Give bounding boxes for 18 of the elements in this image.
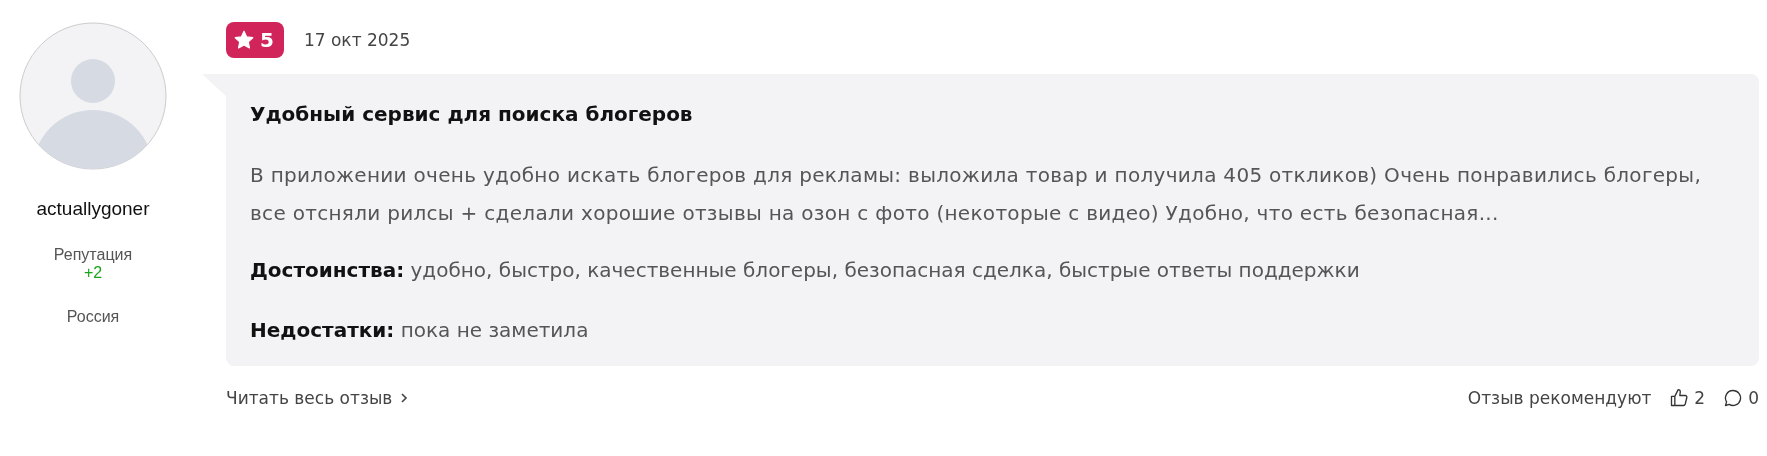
rating-badge: 5: [226, 22, 284, 58]
comments-count: 0: [1748, 388, 1759, 408]
chevron-right-icon: [400, 392, 409, 404]
recommend-label: Отзыв рекомендуют: [1467, 388, 1652, 408]
read-more-link[interactable]: Читать весь отзыв: [226, 388, 409, 408]
review-title: Удобный сервис для поиска блогеров: [250, 102, 694, 126]
reputation-label: Репутация: [53, 246, 133, 264]
comment-icon[interactable]: [1723, 388, 1744, 408]
user-country: Россия: [66, 308, 120, 326]
thumbs-up-icon[interactable]: [1669, 388, 1690, 408]
review-text: В приложении очень удобно искать блогеров для рекламы: выложила товар и получила 405 откликов) Очень понравились блогеры, все отсняли рилсы + сделали хорошие отзывы на озон с фото (некоторые с видео) Удобно, что есть безопасная...: [250, 162, 1703, 227]
reputation-value: +2: [83, 264, 103, 282]
review-cons: Недостатки: пока не заметила: [250, 318, 590, 342]
avatar-icon: [19, 22, 167, 170]
username[interactable]: actuallygoner: [36, 198, 150, 220]
review-pros: Достоинства: удобно, быстро, качественные блогеры, безопасная сделка, быстрые ответы поддержки: [250, 258, 1361, 282]
likes-count: 2: [1694, 388, 1706, 408]
review-date: 17 окт 2025: [303, 30, 411, 50]
